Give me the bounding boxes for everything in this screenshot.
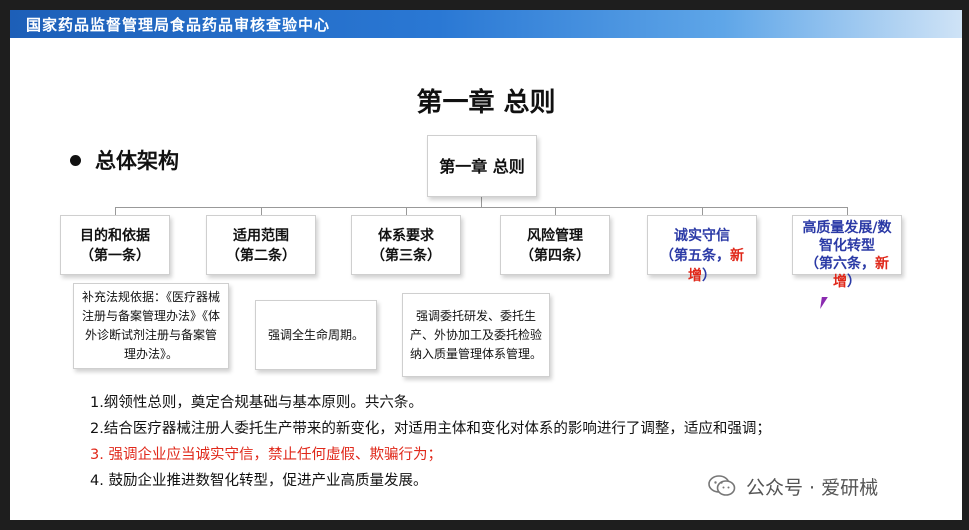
category-node-1: 目的和依据 （第一条） — [60, 215, 170, 275]
connector-cat-4 — [555, 207, 556, 215]
bullet-icon — [70, 154, 81, 166]
summary-notes: 1.纲领性总则，奠定合规基础与基本原则。共六条。 2.结合医疗器械注册人委托生产… — [90, 390, 771, 494]
category-node-4: 风险管理 （第四条） — [500, 215, 610, 275]
category-article: （第五条，新增） — [660, 248, 744, 284]
category-article: （第四条） — [520, 248, 590, 264]
category-node-2: 适用范围 （第二条） — [206, 215, 316, 275]
connector-cat-5 — [702, 207, 703, 215]
header-banner: 国家药品监督管理局食品药品审核查验中心 — [10, 10, 962, 38]
banner-title: 国家药品监督管理局食品药品审核查验中心 — [26, 16, 331, 34]
mouse-cursor-icon — [820, 297, 828, 309]
connector-horizontal — [115, 207, 848, 208]
category-node-5: 诚实守信 （第五条，新增） — [647, 215, 757, 284]
note-4: 4. 鼓励企业推进数智化转型，促进产业高质量发展。 — [90, 473, 428, 489]
category-node-3: 体系要求 （第三条） — [351, 215, 461, 275]
category-title: 诚实守信 — [674, 228, 730, 244]
category-node-6: 高质量发展/数智化转型 （第六条，新增） — [792, 215, 902, 290]
note-2: 2.结合医疗器械注册人委托生产带来的新变化，对适用主体和变化对体系的影响进行了调… — [90, 421, 771, 437]
connector-root-down — [481, 197, 482, 207]
category-title: 适用范围 — [233, 228, 289, 244]
detail-box-1: 补充法规依据：《医疗器械注册与备案管理办法》《体外诊断试剂注册与备案管理办法》。 — [73, 283, 229, 369]
wechat-icon — [708, 475, 736, 496]
root-node: 第一章 总则 — [427, 135, 537, 197]
category-article: （第六条，新增） — [805, 256, 889, 290]
screen-frame: 国家药品监督管理局食品药品审核查验中心 第一章 总则 总体架构 第一章 总则 目… — [0, 0, 969, 530]
section-heading-text: 总体架构 — [95, 149, 179, 173]
watermark-text: 公众号 · 爱研械 — [746, 476, 879, 499]
category-article: （第二条） — [226, 248, 296, 264]
watermark: 公众号 · 爱研械 — [708, 466, 878, 506]
connector-cat-3 — [406, 207, 407, 215]
note-1: 1.纲领性总则，奠定合规基础与基本原则。共六条。 — [90, 395, 423, 411]
category-title: 体系要求 — [378, 228, 434, 244]
slide-title: 第一章 总则 — [416, 88, 556, 118]
slide: 国家药品监督管理局食品药品审核查验中心 第一章 总则 总体架构 第一章 总则 目… — [10, 10, 962, 520]
section-heading: 总体架构 — [70, 145, 179, 175]
category-article: （第一条） — [80, 248, 150, 264]
category-title: 目的和依据 — [80, 228, 150, 244]
category-article: （第三条） — [371, 248, 441, 264]
detail-box-2: 强调全生命周期。 — [255, 300, 377, 370]
category-title: 风险管理 — [527, 228, 583, 244]
connector-cat-2 — [261, 207, 262, 215]
note-3: 3. 强调企业应当诚实守信，禁止任何虚假、欺骗行为； — [90, 447, 442, 463]
detail-box-3: 强调委托研发、委托生产、外协加工及委托检验纳入质量管理体系管理。 — [402, 293, 550, 377]
connector-cat-6 — [847, 207, 848, 215]
category-title: 高质量发展/数智化转型 — [802, 220, 892, 254]
connector-cat-1 — [115, 207, 116, 215]
